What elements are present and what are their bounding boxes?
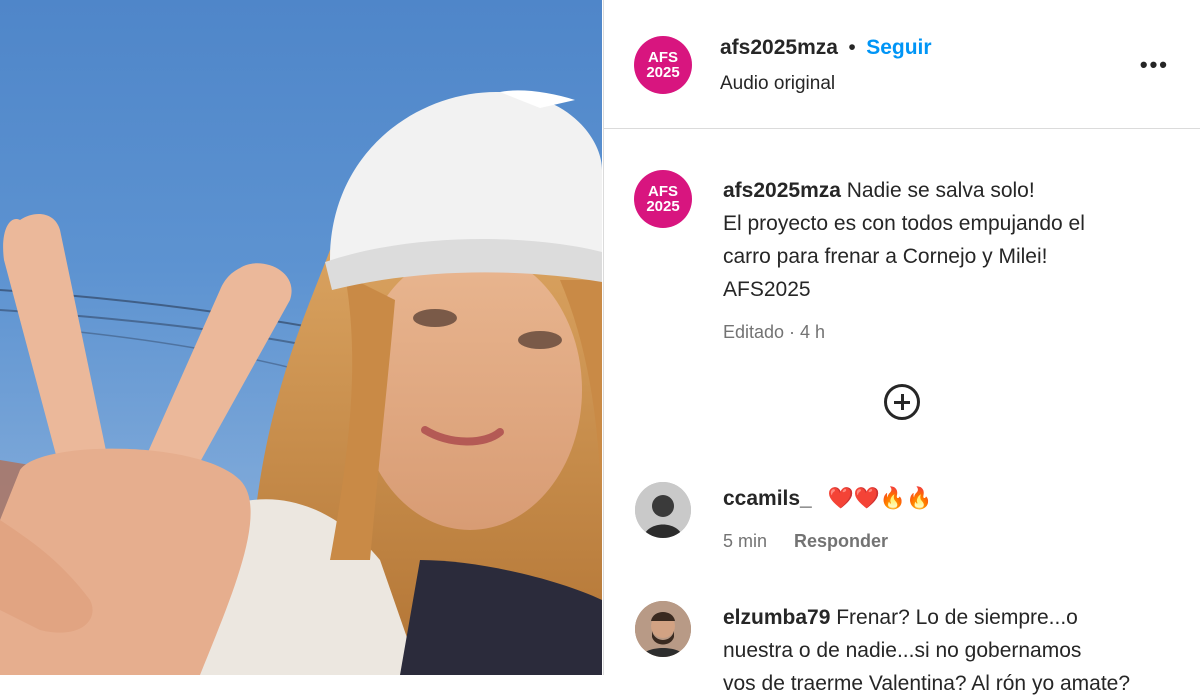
comment-body-2c: vos de traerme Valentina? Al rón yo amat… [723, 672, 1131, 695]
caption-avatar-text-afs: AFS [648, 183, 678, 200]
comment-avatar-2[interactable] [635, 601, 691, 657]
post-side-panel: AFS 2025 afs2025mza • Seguir Audio origi… [603, 0, 1200, 695]
separator-dot: • [848, 36, 856, 59]
commenter-photo-icon-2 [635, 601, 691, 657]
caption-line-2: El proyecto es con todos empujando el [723, 212, 1085, 235]
comment-line-2a: elzumba79 Frenar? Lo de siempre...o [723, 601, 1173, 634]
author-avatar[interactable]: AFS 2025 [634, 36, 692, 94]
commenter-photo-icon [635, 482, 691, 538]
caption-line-3: carro para frenar a Cornejo y Milei! [723, 245, 1048, 268]
comment-text-1: ccamils_ ❤️❤️🔥🔥 [723, 482, 1173, 515]
load-more-comments-icon[interactable] [884, 384, 920, 420]
caption-line-4: AFS2025 [723, 278, 811, 301]
comment-text-2: elzumba79 Frenar? Lo de siempre...o nues… [723, 601, 1173, 700]
post-header: AFS 2025 afs2025mza • Seguir Audio origi… [604, 0, 1200, 129]
comment-body-2b: nuestra o de nadie...si no gobernamos [723, 639, 1082, 662]
caption-avatar-text-year: 2025 [646, 198, 680, 215]
comment-time-1: 5 min [723, 531, 768, 551]
more-options-icon[interactable]: ••• [1140, 52, 1169, 78]
avatar-text-year: 2025 [646, 64, 680, 81]
follow-button[interactable]: Seguir [866, 36, 931, 59]
caption-line-1: afs2025mza Nadie se salva solo! [723, 174, 1173, 207]
author-username[interactable]: afs2025mza [720, 36, 838, 59]
caption-meta: Editado · 4 h [723, 322, 826, 342]
post-media[interactable] [0, 0, 602, 675]
reply-button-1[interactable]: Responder [794, 531, 888, 551]
audio-label[interactable]: Audio original [720, 73, 835, 95]
caption: afs2025mza Nadie se salva solo! El proye… [723, 174, 1173, 349]
comment-avatar[interactable] [635, 482, 691, 538]
post-video-frame [0, 90, 602, 675]
avatar-text-afs: AFS [648, 49, 678, 66]
comment-body-2a: Frenar? Lo de siempre...o [836, 606, 1078, 629]
comment-username-2[interactable]: elzumba79 [723, 606, 830, 629]
comment-body-1: ❤️❤️🔥🔥 [827, 487, 933, 510]
comment-username-1[interactable]: ccamils_ [723, 487, 812, 510]
caption-avatar[interactable]: AFS 2025 [634, 170, 692, 228]
caption-text-1: Nadie se salva solo! [846, 179, 1035, 202]
author-line: afs2025mza • Seguir [720, 36, 932, 60]
caption-username[interactable]: afs2025mza [723, 179, 841, 202]
comment-meta-1: 5 min Responder [723, 531, 888, 552]
